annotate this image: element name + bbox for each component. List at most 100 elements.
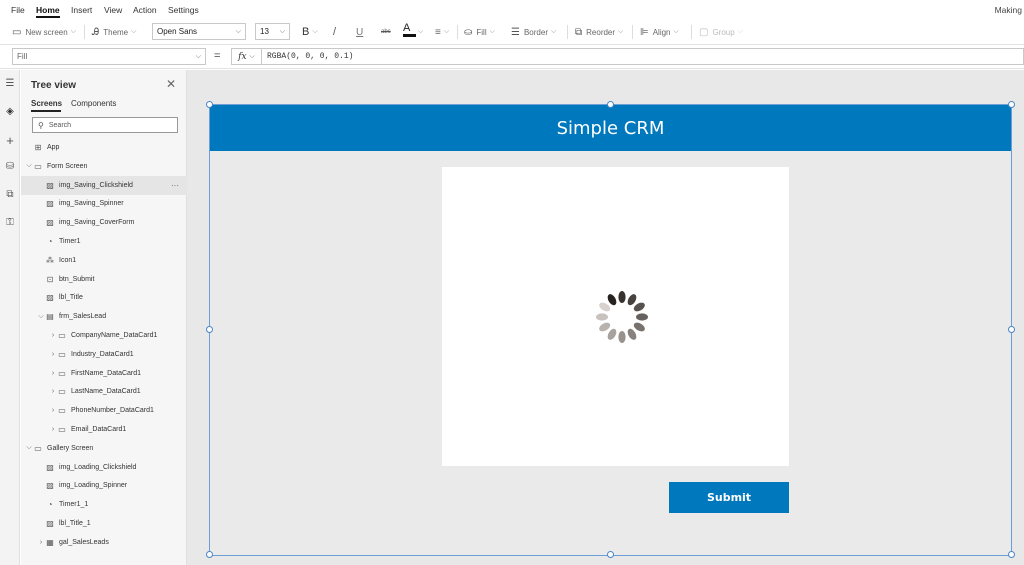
tree-node[interactable]: ◔ Timer1_1 (21, 495, 187, 514)
menu-settings[interactable]: Settings (168, 5, 199, 15)
app-screen-preview[interactable]: Simple CRM Submit (209, 104, 1012, 556)
database-icon[interactable]: ⛁ (0, 161, 20, 172)
theme-button[interactable]: Ꭿ Theme ⌵ (92, 26, 136, 38)
more-options-icon[interactable]: ··· (171, 181, 179, 190)
tree-node[interactable]: ⊡ btn_Submit (21, 270, 187, 289)
resize-handle-bottom-left[interactable] (206, 551, 213, 558)
tree-node-label: frm_SalesLead (59, 313, 107, 321)
tree-node[interactable]: ⊞ App (21, 138, 187, 157)
underline-label: U (356, 26, 364, 38)
tree-node-label: Timer1_1 (59, 501, 89, 509)
spinner-dot (633, 302, 645, 312)
search-input[interactable]: ⚲ Search (32, 117, 178, 133)
border-button[interactable]: ☰ Border ⌵ (511, 26, 556, 38)
chevron-icon[interactable]: › (49, 351, 57, 358)
resize-handle-right[interactable] (1008, 326, 1015, 333)
tree-node[interactable]: › ▦ gal_SalesLeads (21, 533, 187, 552)
image-icon: ▨ (46, 199, 54, 209)
tree-node[interactable]: ⌵ ▭ Gallery Screen (21, 439, 187, 458)
chevron-down-icon: ⌵ (673, 28, 679, 35)
reorder-button[interactable]: ⧉ Reorder ⌵ (575, 26, 623, 38)
tree-node[interactable]: ▨ lbl_Title_1 (21, 514, 187, 533)
resize-handle-top[interactable] (607, 101, 614, 108)
datacard-icon: ▭ (58, 349, 66, 359)
align-icon: ⊫ (640, 26, 649, 38)
tree-node[interactable]: › ▭ Industry_DataCard1 (21, 345, 187, 364)
formula-input[interactable]: RGBA(0, 0, 0, 0.1) (262, 48, 1024, 65)
timer-icon: ◔ (47, 500, 53, 510)
menu-file[interactable]: File (11, 5, 25, 15)
chevron-icon[interactable]: › (49, 388, 57, 395)
chevron-down-icon: ⌵ (70, 28, 77, 35)
tree-node[interactable]: › ▭ PhoneNumber_DataCard1 (21, 401, 187, 420)
resize-handle-bottom-right[interactable] (1008, 551, 1015, 558)
menu-action[interactable]: Action (133, 5, 157, 15)
chevron-down-icon: ⌵ (279, 27, 285, 35)
chevron-icon[interactable]: ⌵ (37, 313, 45, 321)
plus-icon[interactable]: + (0, 133, 20, 148)
menu-bar: File Home Insert View Action Settings Ma… (0, 0, 1024, 19)
new-screen-label: New screen (25, 27, 68, 37)
chevron-icon[interactable]: › (49, 332, 57, 339)
tree-node[interactable]: ▨ img_Loading_Clickshield (21, 458, 187, 477)
menu-insert[interactable]: Insert (71, 5, 92, 15)
underline-button[interactable]: U (356, 26, 363, 38)
submit-button[interactable]: Submit (669, 482, 789, 513)
tree-node[interactable]: ◔ Timer1 (21, 232, 187, 251)
resize-handle-top-left[interactable] (206, 101, 213, 108)
chevron-icon[interactable]: › (49, 426, 57, 433)
fill-button[interactable]: ⛀ Fill ⌵ (464, 26, 495, 38)
new-screen-button[interactable]: ▭ New screen ⌵ (12, 26, 76, 38)
resize-handle-left[interactable] (206, 326, 213, 333)
chevron-icon[interactable]: › (37, 539, 45, 546)
tree-node[interactable]: ▨ img_Loading_Spinner (21, 476, 187, 495)
chevron-icon[interactable]: › (49, 370, 57, 377)
chevron-icon[interactable]: › (49, 407, 57, 414)
tree-node[interactable]: ▨ lbl_Title (21, 288, 187, 307)
bold-button[interactable]: B ⌵ (302, 26, 318, 38)
image-icon: ▨ (46, 462, 54, 472)
font-family-select[interactable]: Open Sans ⌵ (152, 23, 246, 40)
fx-icon: fx (238, 51, 247, 62)
tree-node-label: FirstName_DataCard1 (71, 369, 142, 377)
tree-node[interactable]: › ▭ LastName_DataCard1 (21, 382, 187, 401)
tree-node[interactable]: ▨ img_Saving_CoverForm (21, 213, 187, 232)
tree-node[interactable]: ⌵ ▭ Form Screen (21, 157, 187, 176)
text-align-button[interactable]: ≡ ⌵ (435, 26, 449, 38)
close-icon[interactable]: ✕ (166, 77, 176, 91)
strikethrough-button[interactable]: abc (381, 26, 391, 38)
resize-handle-bottom[interactable] (607, 551, 614, 558)
app-header: Simple CRM (210, 105, 1011, 151)
tools-icon[interactable]: ⚿ (0, 217, 20, 228)
chevron-down-icon: ⌵ (131, 28, 137, 35)
spinner-dot (627, 294, 637, 306)
menu-home[interactable]: Home (36, 5, 60, 15)
menu-view[interactable]: View (104, 5, 122, 15)
chevron-icon[interactable]: ⌵ (25, 444, 33, 452)
tree-node[interactable]: ▨ img_Saving_Clickshield ··· (21, 175, 187, 195)
hamburger-menu-icon[interactable]: ☰ (0, 78, 20, 89)
fill-label: Fill (476, 27, 487, 37)
tab-screens[interactable]: Screens (31, 99, 62, 108)
tree-node[interactable]: ▨ img_Saving_Spinner (21, 194, 187, 213)
tree-node[interactable]: ⌵ ▤ frm_SalesLead (21, 307, 187, 326)
font-family-value: Open Sans (157, 27, 198, 36)
active-tab-indicator (31, 110, 61, 112)
italic-button[interactable]: / (333, 26, 336, 38)
property-select[interactable]: Fill ⌵ (12, 48, 206, 65)
font-color-button[interactable]: A (403, 22, 416, 39)
tree-node[interactable]: › ▭ CompanyName_DataCard1 (21, 326, 187, 345)
fx-button[interactable]: fx ⌵ (231, 48, 262, 65)
chevron-icon[interactable]: ⌵ (25, 162, 33, 170)
layers-icon[interactable]: ◈ (0, 106, 20, 117)
tree-node[interactable]: › ▭ Email_DataCard1 (21, 420, 187, 439)
tree-node[interactable]: › ▭ FirstName_DataCard1 (21, 364, 187, 383)
tab-components[interactable]: Components (71, 99, 116, 108)
datacard-icon: ▭ (58, 387, 66, 397)
font-size-select[interactable]: 13 ⌵ (255, 23, 290, 40)
group-button[interactable]: ▢ Group ⌵ (699, 26, 743, 38)
media-icon[interactable]: ⧉ (0, 189, 20, 200)
tree-node[interactable]: ⁂ Icon1 (21, 251, 187, 270)
align-button[interactable]: ⊫ Align ⌵ (640, 26, 679, 38)
resize-handle-top-right[interactable] (1008, 101, 1015, 108)
